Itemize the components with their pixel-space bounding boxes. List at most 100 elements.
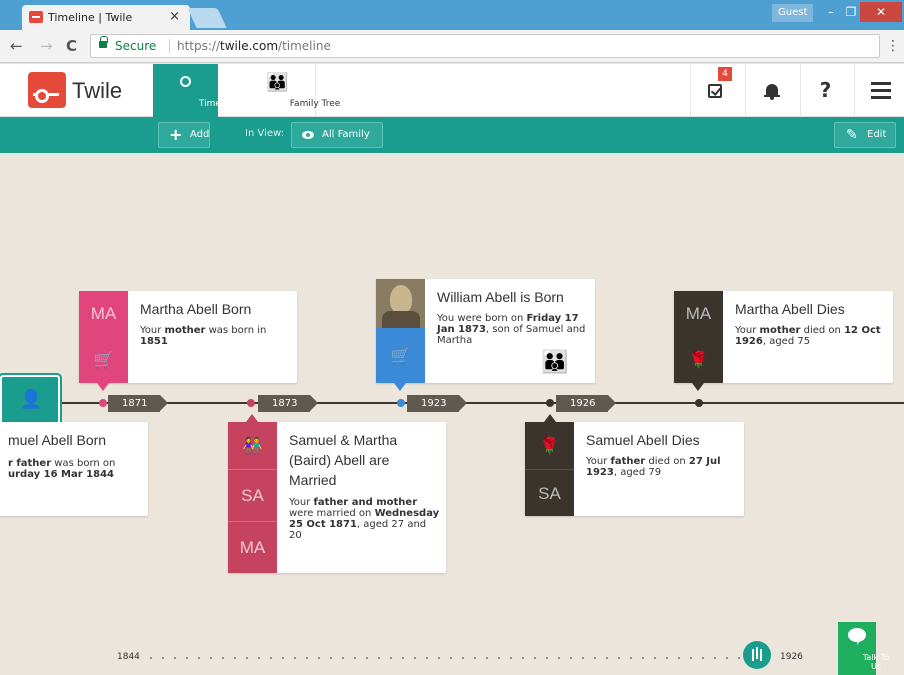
card-pointer	[692, 383, 704, 391]
nav-timeline[interactable]: Timeline	[153, 64, 237, 117]
timeline-toolbar: + Add In View: All Family ✎ Edit	[0, 117, 904, 153]
nav-family-tree[interactable]: 👪 Family Tree	[236, 64, 340, 117]
desc-mid: died on	[645, 456, 689, 467]
filter-all-family-button[interactable]: All Family	[291, 122, 383, 148]
event-dot[interactable]	[695, 399, 703, 407]
desc-mid: died on	[800, 325, 845, 336]
event-dot[interactable]	[247, 399, 255, 407]
desc-post: , aged 75	[762, 336, 811, 347]
talk-to-us-button[interactable]: Talk To Us	[838, 622, 889, 675]
notifications-button[interactable]	[745, 64, 795, 117]
family-figures-icon: 👪	[541, 350, 569, 375]
chat-bubble-icon	[848, 628, 866, 645]
browser-tab[interactable]: Timeline | Twile ×	[22, 5, 190, 30]
tab-close-icon[interactable]: ×	[169, 9, 180, 24]
desc-bold: father	[610, 456, 646, 467]
pram-icon: 🛒	[390, 346, 411, 365]
initials: MA	[685, 304, 712, 323]
card-pointer	[97, 383, 109, 391]
year-marker: 1873	[258, 395, 318, 412]
reload-icon[interactable]: C	[66, 37, 77, 55]
twile-favicon-icon	[29, 11, 43, 23]
event-card-samuel-dies[interactable]: 🌹 SA Samuel Abell Dies Your father died …	[525, 422, 744, 516]
marriage-icon-block: 👫	[228, 422, 277, 469]
desc-pre: Your	[140, 325, 165, 336]
timeline-icon	[174, 76, 197, 87]
desc-bold: mother	[759, 325, 801, 336]
event-card-samuel-born[interactable]: muel Abell Born r father was born on urda…	[0, 422, 148, 516]
browser-menu-icon[interactable]: ⋮	[886, 38, 900, 54]
main-menu-button[interactable]	[854, 64, 904, 117]
initials: SA	[241, 486, 264, 505]
portrait-face-icon	[390, 285, 412, 313]
initials: MA	[90, 304, 117, 323]
desc-pre: Your	[289, 497, 314, 508]
event-card-marriage[interactable]: 👫 SA MA Samuel & Martha (Baird) Abell ar…	[228, 422, 446, 573]
scrubber-handle[interactable]	[743, 641, 771, 669]
tab-title: Timeline | Twile	[48, 11, 133, 24]
logo-text[interactable]: Twile	[72, 78, 122, 104]
desc-bold: 1851	[140, 336, 168, 347]
initials-badge: SA	[228, 469, 277, 521]
event-description: r father was born on urday 16 Mar 1844	[8, 458, 146, 480]
app-header: Twile Timeline 👪 Family Tree 4 ?	[0, 64, 904, 117]
portrait-body-icon	[382, 311, 420, 328]
year-marker: 1926	[556, 395, 616, 412]
browser-titlebar: Timeline | Twile × Guest – ❐ ✕	[0, 0, 904, 30]
guest-profile-button[interactable]: Guest	[772, 4, 814, 22]
rose-icon: 🌹	[539, 436, 560, 455]
edit-button[interactable]: ✎ Edit	[834, 122, 896, 148]
window-close-button[interactable]: ✕	[860, 2, 902, 22]
add-button[interactable]: + Add	[158, 122, 210, 148]
event-card-william-born[interactable]: 🛒 William Abell is Born You were born on…	[376, 279, 595, 383]
person-icon: 👤	[20, 389, 43, 410]
url-input[interactable]: Secure https://twile.com/timeline	[90, 34, 880, 58]
talk-label: Talk To Us	[862, 653, 890, 671]
couple-icon: 👫	[242, 436, 263, 455]
pram-icon: 🛒	[93, 350, 114, 369]
filter-label: All Family	[322, 129, 370, 140]
eye-icon	[302, 131, 314, 139]
help-button[interactable]: ?	[800, 64, 850, 117]
event-description: Your father died on 27 Jul 1923, aged 79	[586, 456, 738, 478]
timeline-scrubber-track[interactable]	[145, 657, 745, 659]
desc-post: , aged 79	[613, 467, 662, 478]
event-card-martha-dies[interactable]: MA 🌹 Martha Abell Dies Your mother died …	[674, 291, 893, 383]
event-dot[interactable]	[546, 399, 554, 407]
death-icon-block: 🌹	[674, 337, 723, 383]
event-description: Your mother was born in 1851	[140, 325, 290, 347]
url-host: twile.com	[220, 39, 279, 53]
forward-arrow-icon[interactable]: →	[40, 37, 53, 55]
desc-pre: Your	[735, 325, 760, 336]
desc-mid: were married on	[289, 508, 375, 519]
initials-badge: MA	[674, 291, 723, 337]
desc-bold: urday 16 Mar 1844	[8, 469, 114, 480]
checkbox-icon	[708, 84, 722, 98]
back-arrow-icon[interactable]: ←	[10, 37, 23, 55]
event-card-martha-born[interactable]: MA 🛒 Martha Abell Born Your mother was b…	[79, 291, 297, 383]
event-title: Samuel Abell Dies	[586, 432, 700, 448]
hamburger-icon	[871, 82, 891, 85]
initials: MA	[239, 538, 266, 557]
bell-icon	[764, 84, 780, 100]
initials-badge: SA	[525, 469, 574, 516]
new-tab-button[interactable]	[187, 8, 227, 28]
desc-post: was born on	[51, 458, 116, 469]
url-scheme: https://	[177, 39, 221, 53]
twile-logo-icon[interactable]	[28, 72, 66, 108]
tasks-button[interactable]: 4	[690, 64, 740, 117]
desc-bold: father and mother	[313, 497, 418, 508]
scrubber-end-year: 1926	[780, 652, 803, 662]
card-pointer	[246, 414, 258, 422]
initials-badge: MA	[228, 521, 277, 573]
url-path: /timeline	[278, 39, 331, 53]
event-dot[interactable]	[397, 399, 405, 407]
lock-icon	[99, 36, 108, 48]
card-pointer	[544, 414, 556, 422]
add-label: Add	[190, 129, 210, 140]
url-separator	[169, 39, 170, 53]
birth-icon-block: 🛒	[79, 337, 128, 383]
initials-badge: MA	[79, 291, 128, 337]
event-dot[interactable]	[99, 399, 107, 407]
person-marker[interactable]: 👤	[0, 373, 62, 431]
